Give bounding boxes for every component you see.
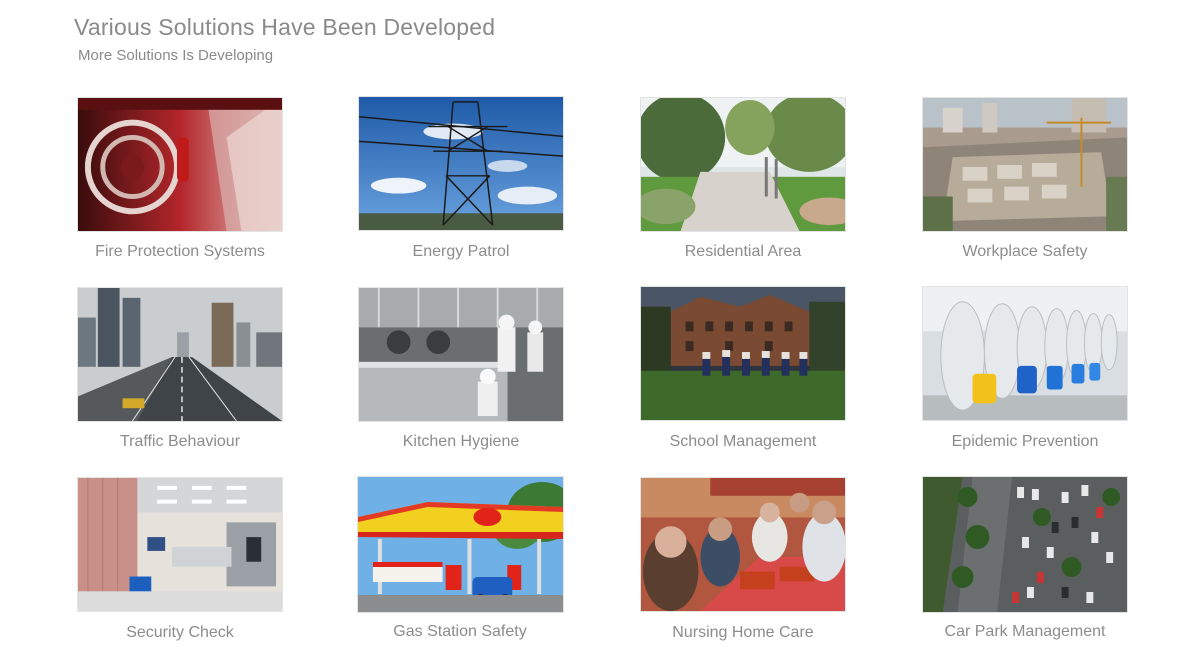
city-highway-photo — [77, 287, 283, 422]
power-tower-photo — [358, 96, 564, 231]
solution-card-residential-area[interactable]: Residential Area — [640, 97, 846, 260]
solution-card-workplace-safety[interactable]: Workplace Safety — [922, 97, 1128, 260]
solution-label[interactable]: Epidemic Prevention — [882, 433, 1168, 451]
gas-station-photo — [357, 476, 564, 613]
solutions-page: Various Solutions Have Been Developed Mo… — [0, 0, 1200, 650]
solution-card-epidemic-prevention[interactable]: Epidemic Prevention — [922, 286, 1128, 450]
security-scanner-photo — [77, 477, 283, 612]
solution-card-gas-station-safety[interactable]: Gas Station Safety — [357, 476, 564, 640]
solution-label[interactable]: Workplace Safety — [882, 243, 1168, 261]
solution-card-school-management[interactable]: School Management — [640, 286, 846, 450]
page-title: Various Solutions Have Been Developed — [74, 14, 496, 40]
solution-card-kitchen-hygiene[interactable]: Kitchen Hygiene — [358, 287, 564, 450]
solution-label[interactable]: School Management — [600, 433, 886, 451]
fire-hose-reel-photo — [77, 97, 283, 232]
school-students-photo — [640, 286, 846, 421]
commercial-kitchen-photo — [358, 287, 564, 422]
solution-label[interactable]: Traffic Behaviour — [37, 433, 323, 451]
garden-path-photo — [640, 97, 846, 232]
solution-label[interactable]: Gas Station Safety — [317, 623, 603, 641]
solution-label[interactable]: Security Check — [37, 624, 323, 642]
solution-card-security-check[interactable]: Security Check — [77, 477, 283, 641]
solution-label[interactable]: Kitchen Hygiene — [318, 433, 604, 451]
solution-card-fire-protection[interactable]: Fire Protection Systems — [77, 97, 283, 260]
solution-card-nursing-home-care[interactable]: Nursing Home Care — [640, 477, 846, 641]
solution-label[interactable]: Residential Area — [600, 243, 886, 261]
solution-label[interactable]: Energy Patrol — [318, 243, 604, 261]
solution-label[interactable]: Nursing Home Care — [600, 624, 886, 642]
solution-label[interactable]: Fire Protection Systems — [37, 243, 323, 261]
solution-card-traffic-behaviour[interactable]: Traffic Behaviour — [77, 287, 283, 450]
solution-label[interactable]: Car Park Management — [882, 623, 1168, 641]
parking-lot-aerial-photo — [922, 476, 1128, 613]
elderly-dining-photo — [640, 477, 846, 612]
solution-card-car-park-management[interactable]: Car Park Management — [922, 476, 1128, 640]
construction-site-photo — [922, 97, 1128, 232]
disinfection-workers-photo — [922, 286, 1128, 421]
page-subtitle: More Solutions Is Developing — [78, 47, 274, 64]
solution-card-energy-patrol[interactable]: Energy Patrol — [358, 96, 564, 260]
